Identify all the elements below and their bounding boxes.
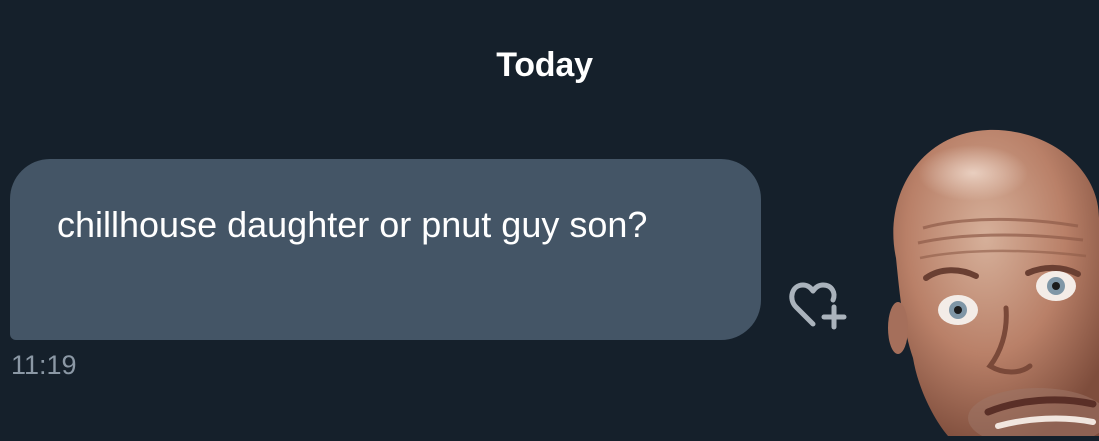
message-timestamp: 11:19 (11, 350, 77, 380)
message-bubble[interactable]: chillhouse daughter or pnut guy son? (10, 159, 761, 340)
message-text: chillhouse daughter or pnut guy son? (57, 204, 648, 245)
date-divider: Today (496, 46, 593, 84)
add-reaction-button[interactable] (786, 280, 848, 334)
heart-plus-icon (789, 282, 847, 330)
reaction-face-image (878, 128, 1099, 441)
